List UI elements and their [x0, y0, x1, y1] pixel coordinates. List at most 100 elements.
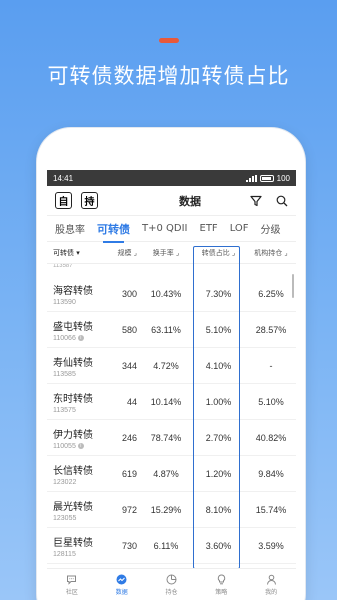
turnover-cell: 10.43%: [150, 288, 182, 299]
filter-icon[interactable]: [250, 195, 262, 207]
bond-code: 113590: [53, 298, 76, 306]
holdings-button[interactable]: 持: [81, 192, 98, 209]
scale-cell: 619: [121, 468, 137, 479]
table-row[interactable]: 海容转债 113590 300 10.43% 7.30% 6.25%: [47, 276, 296, 312]
col-header-institution[interactable]: 机构持仓 ⌟: [246, 248, 296, 258]
status-time: 14:41: [53, 173, 74, 183]
table-body: 113587 海容转债 113590 300 10.43% 7.30% 6.25% 盛屯转债…: [47, 264, 296, 564]
bond-cell: 巨星转债 128115: [47, 534, 103, 558]
nav-strategy[interactable]: 策略: [215, 573, 227, 596]
app-bar: 自 持 数据: [47, 186, 296, 216]
category-tabs: 股息率 可转债 T+0 QDII ETF LOF 分级: [47, 216, 296, 243]
tab-lof[interactable]: LOF: [230, 223, 249, 234]
tab-t0-qdii[interactable]: T+0 QDII: [142, 223, 188, 234]
accent-dash: [159, 38, 179, 43]
nav-profile[interactable]: 我的: [265, 574, 277, 596]
nav-data[interactable]: 数据: [116, 574, 128, 596]
info-icon[interactable]: i: [77, 443, 84, 449]
table-row[interactable]: 东时转债 113575 44 10.14% 1.00% 5.10%: [47, 384, 296, 420]
bond-cell: 寿仙转债 113585: [47, 354, 103, 378]
ratio-cell: 7.30%: [205, 288, 232, 299]
institution-cell: 9.84%: [258, 468, 284, 479]
nav-holdings[interactable]: 持仓: [165, 574, 178, 596]
trend-icon: [116, 574, 127, 584]
institution-cell: 6.25%: [258, 288, 284, 299]
table-row[interactable]: 寿仙转债 113585 344 4.72% 4.10% -: [47, 348, 296, 384]
bond-name: 伊力转债: [53, 429, 93, 441]
bond-cell: 盛屯转债 110066 i: [47, 318, 103, 342]
institution-cell: 28.57%: [255, 324, 287, 335]
bond-name: 海容转债: [53, 285, 93, 297]
partial-row-code: 113587: [53, 264, 73, 269]
bond-name: 盛屯转债: [53, 321, 93, 333]
user-icon: [266, 574, 276, 585]
bottom-nav: 社区 数据 持仓 策略 我的: [47, 568, 296, 600]
table-row[interactable]: 伊力转债 110055 i 246 78.74% 2.70% 40.82%: [47, 420, 296, 456]
col-header-scale[interactable]: 规模 ⌟: [103, 248, 141, 258]
ratio-cell: 2.70%: [205, 432, 232, 443]
tab-graded[interactable]: 分级: [261, 221, 281, 236]
col-header-bond[interactable]: 可转债 ▾: [47, 248, 103, 258]
tab-etf[interactable]: ETF: [200, 223, 218, 234]
chat-icon: [67, 575, 77, 585]
status-bar: 14:41 100: [47, 170, 296, 186]
bond-name: 长信转债: [53, 465, 93, 477]
bond-name: 晨光转债: [53, 501, 93, 513]
self-select-button[interactable]: 自: [55, 192, 72, 209]
ratio-cell: 8.10%: [205, 504, 232, 515]
table-row[interactable]: 长信转债 123022 619 4.87% 1.20% 9.84%: [47, 456, 296, 492]
table-row[interactable]: 巨星转债 128115 730 6.11% 3.60% 3.59%: [47, 528, 296, 564]
turnover-cell: 63.11%: [151, 324, 181, 335]
battery-icon: [259, 174, 274, 182]
headline: 可转债数据增加转债占比: [47, 64, 290, 88]
col-header-ratio[interactable]: 转债占比 ⌟: [191, 248, 246, 258]
institution-cell: 3.59%: [258, 540, 284, 551]
scale-cell: 44: [126, 396, 137, 407]
bond-cell: 长信转债 123022: [47, 462, 103, 486]
ratio-cell: 1.20%: [205, 468, 232, 479]
battery-level: 100: [276, 173, 290, 183]
scale-cell: 580: [121, 324, 137, 335]
nav-community[interactable]: 社区: [66, 574, 78, 596]
scale-cell: 300: [121, 288, 137, 299]
turnover-cell: 10.14%: [150, 396, 182, 407]
tab-dividend[interactable]: 股息率: [55, 221, 85, 236]
turnover-cell: 78.74%: [150, 432, 182, 443]
institution-cell: -: [269, 360, 273, 371]
bond-cell: 东时转债 113575: [47, 390, 103, 414]
bond-name: 东时转债: [53, 393, 93, 405]
bond-code: 128115: [53, 550, 76, 558]
turnover-cell: 15.29%: [150, 504, 182, 515]
bond-code: 123055: [53, 514, 77, 522]
bond-code: 113575: [53, 406, 76, 414]
bond-name: 寿仙转债: [53, 357, 93, 369]
turnover-cell: 4.87%: [153, 468, 179, 479]
bond-name: 巨星转债: [53, 537, 93, 549]
ratio-cell: 1.00%: [205, 396, 232, 407]
table-row[interactable]: 晨光转债 123055 972 15.29% 8.10% 15.74%: [47, 492, 296, 528]
bond-cell: 晨光转债 123055: [47, 498, 103, 522]
scrollbar[interactable]: [292, 274, 294, 298]
pie-icon: [166, 574, 177, 584]
page-title: 数据: [179, 194, 201, 208]
turnover-cell: 6.11%: [153, 540, 179, 551]
institution-cell: 15.74%: [255, 504, 287, 515]
bond-code: 123022: [53, 478, 77, 486]
institution-cell: 40.82%: [255, 432, 287, 443]
turnover-cell: 4.72%: [153, 360, 179, 371]
ratio-cell: 4.10%: [205, 360, 232, 371]
bond-code: 110066: [53, 334, 76, 342]
table-row[interactable]: 盛屯转债 110066 i 580 63.11% 5.10% 28.57%: [47, 312, 296, 348]
bond-cell: 伊力转债 110055 i: [47, 426, 103, 450]
col-header-turnover[interactable]: 换手率 ⌟: [141, 248, 191, 258]
search-icon[interactable]: [276, 195, 288, 207]
scale-cell: 730: [121, 540, 137, 551]
bond-cell: 海容转债 113590: [47, 282, 103, 306]
institution-cell: 5.10%: [258, 396, 284, 407]
tab-convertible[interactable]: 可转债: [97, 221, 130, 243]
signal-icon: [245, 174, 257, 182]
scale-cell: 344: [121, 360, 137, 371]
app-screen: 14:41 100 自 持 数据 股息率 可转债 T+0 QDII ETF LO…: [47, 170, 296, 600]
bond-code: 110055: [53, 442, 76, 450]
info-icon[interactable]: i: [77, 335, 84, 341]
